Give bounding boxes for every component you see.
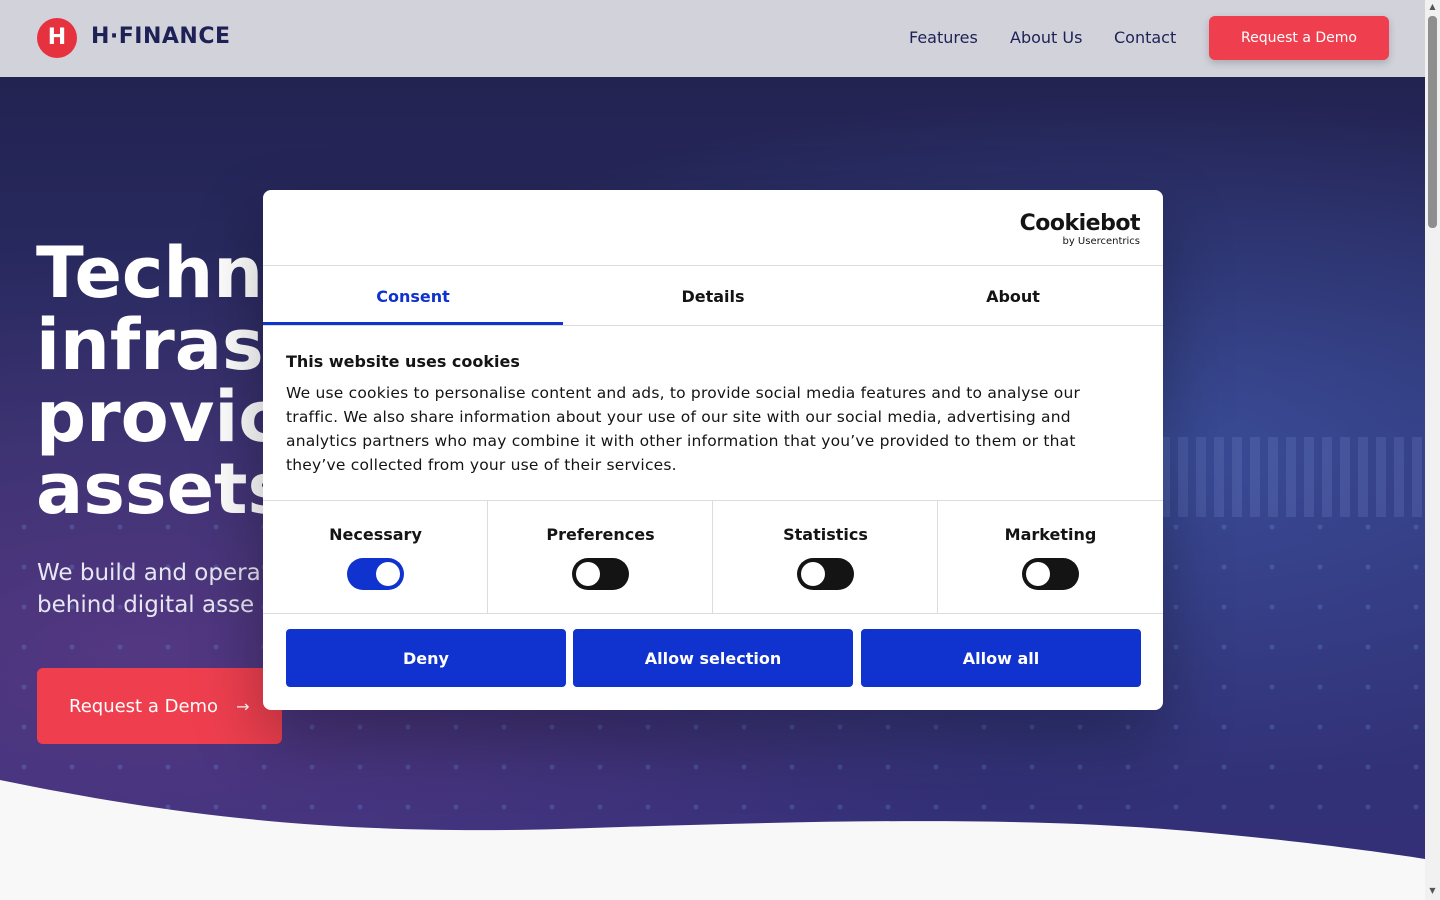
nav-about-us[interactable]: About Us — [1010, 28, 1082, 47]
hero-subtitle: We build and opera behind digital asse — [37, 557, 261, 621]
preferences-toggle[interactable] — [572, 558, 629, 590]
nav-features[interactable]: Features — [909, 28, 978, 47]
arrow-right-icon: → — [236, 696, 250, 716]
category-label: Preferences — [546, 525, 655, 544]
marketing-toggle[interactable] — [1022, 558, 1079, 590]
hero-wave-divider — [0, 780, 1425, 900]
toggle-knob — [376, 562, 400, 586]
hero-title-line: provic — [36, 376, 280, 458]
category-label: Necessary — [329, 525, 422, 544]
hero-request-demo-button[interactable]: Request a Demo → — [37, 668, 282, 744]
category-marketing: Marketing — [938, 501, 1163, 613]
header-request-demo-button[interactable]: Request a Demo — [1209, 16, 1389, 60]
statistics-toggle[interactable] — [797, 558, 854, 590]
hero-title-line: Techn — [36, 232, 264, 314]
toggle-knob — [1026, 562, 1050, 586]
logo-icon[interactable]: H — [37, 18, 77, 58]
tab-consent[interactable]: Consent — [263, 266, 563, 326]
dialog-description: We use cookies to personalise content an… — [286, 384, 1081, 474]
hero-background-skyline — [1160, 437, 1425, 517]
divider — [263, 325, 1163, 326]
site-header: H H·FINANCE Features About Us Contact Re… — [0, 0, 1425, 77]
category-statistics: Statistics — [713, 501, 938, 613]
category-necessary: Necessary — [263, 501, 488, 613]
scroll-down-arrow-icon[interactable]: ▼ — [1425, 884, 1440, 898]
cookiebot-brand-name: Cookiebot — [1019, 211, 1141, 236]
scroll-up-arrow-icon[interactable]: ▲ — [1425, 0, 1440, 14]
category-preferences: Preferences — [488, 501, 713, 613]
hero-subtitle-line: We build and opera — [37, 560, 261, 586]
deny-button[interactable]: Deny — [286, 629, 566, 687]
nav-contact[interactable]: Contact — [1114, 28, 1176, 47]
tab-details[interactable]: Details — [563, 266, 863, 326]
hero-title-line: infras — [36, 304, 264, 386]
category-label: Marketing — [1004, 525, 1097, 544]
cookiebot-brand-sub: by Usercentrics — [1062, 236, 1140, 247]
tab-about[interactable]: About — [863, 266, 1163, 326]
hero-subtitle-line: behind digital asse — [37, 592, 255, 618]
hero-title-line: assets — [36, 448, 290, 530]
toggle-knob — [576, 562, 600, 586]
divider — [263, 613, 1163, 614]
cookiebot-logo[interactable]: Cookiebot by Usercentrics — [1019, 211, 1141, 248]
logo-text[interactable]: H·FINANCE — [91, 24, 231, 49]
hero-cta-label: Request a Demo — [69, 695, 219, 717]
toggle-knob — [801, 562, 825, 586]
scrollbar-thumb[interactable] — [1428, 16, 1437, 228]
allow-all-button[interactable]: Allow all — [861, 629, 1141, 687]
cookie-consent-dialog: Cookiebot by Usercentrics Consent Detail… — [263, 190, 1163, 710]
hero-title: Techn infras provic assets — [36, 237, 289, 525]
page-scrollbar[interactable]: ▲ ▼ — [1425, 0, 1440, 900]
dialog-title: This website uses cookies — [286, 352, 520, 371]
category-label: Statistics — [783, 525, 868, 544]
necessary-toggle[interactable] — [347, 558, 404, 590]
allow-selection-button[interactable]: Allow selection — [573, 629, 853, 687]
